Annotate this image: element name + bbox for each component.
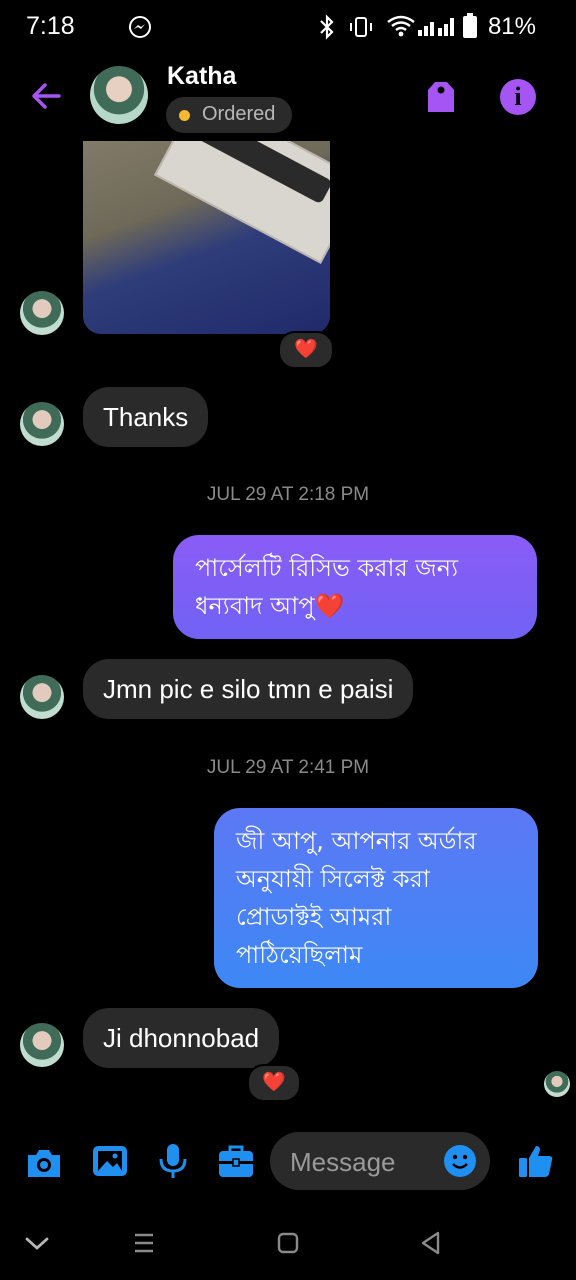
- contact-name[interactable]: Katha: [167, 62, 236, 91]
- contact-avatar[interactable]: [90, 66, 148, 124]
- reaction-emoji: ❤️: [262, 1071, 286, 1093]
- microphone-icon[interactable]: [153, 1141, 193, 1181]
- tag-icon[interactable]: [424, 78, 458, 116]
- status-time: 7:18: [26, 12, 75, 40]
- message-bubble-outgoing[interactable]: পার্সেলটি রিসিভ করার জন্য ধন্যবাদ আপু❤️: [173, 535, 537, 639]
- wifi-icon: [387, 15, 415, 37]
- camera-icon[interactable]: [24, 1143, 64, 1183]
- status-dot: [179, 110, 190, 121]
- order-status-label: Ordered: [202, 103, 276, 125]
- sender-avatar: [20, 402, 64, 446]
- nav-collapse-icon[interactable]: [22, 1228, 52, 1258]
- battery-icon: [463, 13, 477, 38]
- message-timestamp: JUL 29 AT 2:18 PM: [206, 484, 370, 505]
- nav-recents-icon[interactable]: [129, 1228, 159, 1258]
- order-status-badge[interactable]: Ordered: [166, 97, 292, 133]
- message-input[interactable]: [288, 1142, 442, 1182]
- info-icon[interactable]: i: [500, 79, 536, 115]
- nav-back-icon[interactable]: [416, 1228, 446, 1258]
- message-bubble-incoming[interactable]: Ji dhonnobad: [83, 1008, 280, 1068]
- message-bubble-outgoing[interactable]: জী আপু, আপনার অর্ডার অনুযায়ী সিলেক্ট কর…: [214, 808, 538, 988]
- battery-percent: 81%: [487, 13, 536, 40]
- gallery-icon[interactable]: [90, 1141, 130, 1181]
- message-input-container[interactable]: [270, 1132, 490, 1190]
- message-bubble-incoming[interactable]: Thanks: [83, 387, 209, 447]
- sender-avatar: [20, 291, 64, 335]
- read-receipt-avatar: [544, 1071, 570, 1097]
- signal-icon: [418, 18, 454, 36]
- briefcase-icon[interactable]: [216, 1141, 256, 1181]
- heart-reaction[interactable]: ❤️: [247, 1064, 301, 1102]
- nav-home-icon[interactable]: [273, 1228, 303, 1258]
- thumbs-up-icon[interactable]: [516, 1141, 556, 1181]
- messenger-icon: [129, 16, 151, 38]
- bluetooth-icon: [320, 14, 334, 40]
- sender-avatar: [20, 675, 64, 719]
- emoji-icon[interactable]: [444, 1145, 476, 1177]
- sender-avatar: [20, 1023, 64, 1067]
- back-arrow-icon[interactable]: [28, 78, 64, 114]
- heart-reaction[interactable]: ❤️: [278, 331, 334, 369]
- message-bubble-incoming[interactable]: Jmn pic e silo tmn e paisi: [83, 659, 414, 719]
- message-timestamp: JUL 29 AT 2:41 PM: [206, 757, 370, 778]
- status-bar: 7:18 81%: [0, 0, 576, 54]
- smiley-face-icon: [452, 1154, 468, 1169]
- vibrate-icon: [350, 17, 372, 37]
- shared-photo[interactable]: [83, 141, 330, 334]
- reaction-emoji: ❤️: [294, 338, 318, 360]
